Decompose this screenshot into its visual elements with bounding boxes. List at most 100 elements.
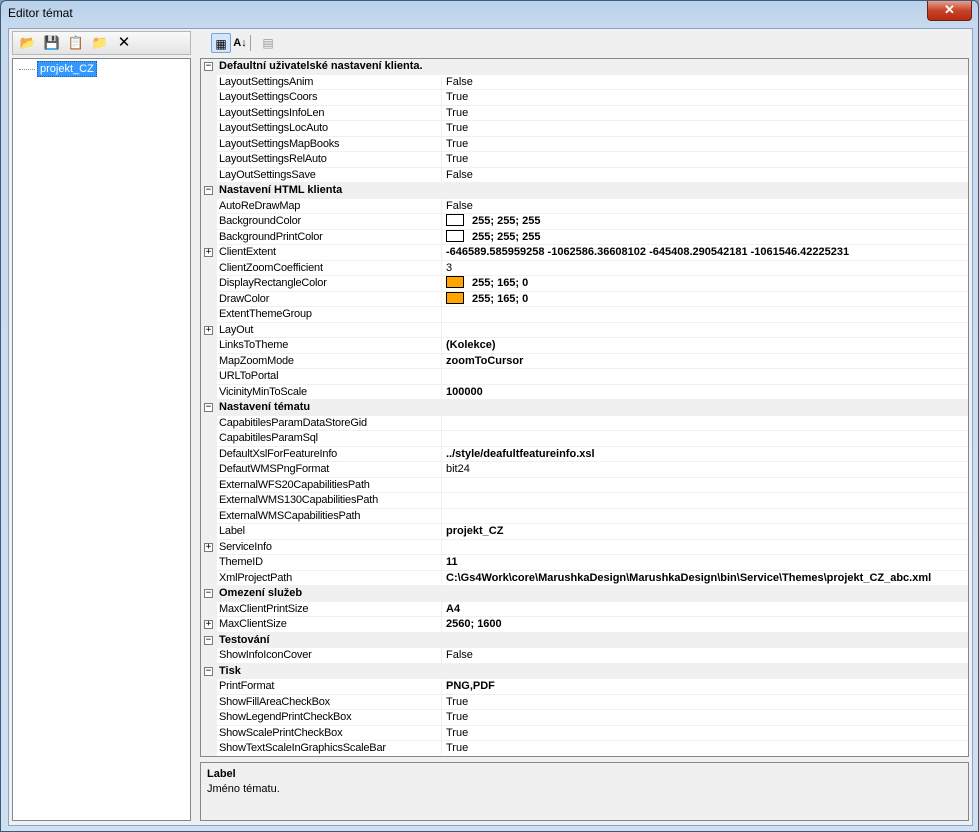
property-value[interactable]: True (446, 121, 966, 136)
property-value[interactable]: (Kolekce) (446, 338, 966, 353)
property-value[interactable]: True (446, 741, 966, 756)
expand-icon[interactable]: + (204, 325, 213, 335)
collapse-icon[interactable]: − (204, 635, 213, 645)
property-row[interactable]: DisplayRectangleColor 255; 165; 0 (201, 276, 968, 292)
property-value[interactable]: 255; 165; 0 (446, 276, 966, 291)
collapse-icon[interactable]: − (204, 62, 213, 71)
property-value[interactable]: zoomToCursor (446, 354, 966, 369)
title-bar[interactable]: Editor témat ✕ (1, 1, 978, 25)
property-row[interactable]: LayoutSettingsRelAuto True (201, 152, 968, 168)
property-row[interactable]: ShowScalePrintCheckBox True (201, 725, 968, 741)
property-row[interactable]: DefaultXslForFeatureInfo ../style/deafult… (201, 446, 968, 462)
property-row[interactable]: XmlProjectPath C:\Gs4Work\core\MarushkaDe… (201, 570, 968, 586)
categorized-view-icon[interactable]: ▦ (211, 33, 231, 53)
property-value[interactable]: PNG,PDF (446, 679, 966, 694)
property-row[interactable]: LayoutSettingsInfoLen True (201, 105, 968, 121)
category-row[interactable]: − Testování (201, 632, 968, 648)
close-button[interactable]: ✕ (927, 1, 972, 21)
property-value[interactable]: ../style/deafultfeatureinfo.xsl (446, 447, 966, 462)
property-value[interactable] (446, 369, 966, 384)
property-row[interactable]: MaxClientPrintSize A4 (201, 601, 968, 617)
collapse-icon[interactable]: − (204, 589, 213, 598)
property-row[interactable]: ThemeID 11 (201, 555, 968, 571)
open-folder-icon[interactable]: 📂 (19, 35, 37, 51)
property-value[interactable]: 2560; 1600 (446, 617, 966, 632)
property-value[interactable]: 255; 255; 255 (446, 229, 966, 245)
tree-node-projekt[interactable]: projekt_CZ (19, 61, 97, 77)
property-value[interactable]: False (446, 168, 966, 183)
property-value[interactable]: bit24 (446, 462, 966, 477)
property-row[interactable]: URLToPortal (201, 369, 968, 385)
property-row[interactable]: ShowFillAreaCheckBox True (201, 694, 968, 710)
property-row[interactable]: PrintFormat PNG,PDF (201, 679, 968, 695)
property-value[interactable]: True (446, 710, 966, 725)
category-row[interactable]: − Nastavení HTML klienta (201, 183, 968, 199)
category-row[interactable]: − Defaultní uživatelské nastavení klienta… (201, 59, 968, 75)
property-value[interactable] (446, 540, 966, 555)
property-row[interactable]: LinksToTheme (Kolekce) (201, 338, 968, 354)
property-value[interactable]: True (446, 106, 966, 121)
property-value[interactable]: True (446, 695, 966, 710)
category-row[interactable]: − Omezení služeb (201, 586, 968, 602)
property-value[interactable]: projekt_CZ (446, 524, 966, 539)
property-value[interactable]: False (446, 75, 966, 90)
expand-icon[interactable]: + (204, 542, 213, 552)
property-row[interactable]: ShowInfoIconCover False (201, 648, 968, 664)
property-row[interactable]: LayoutSettingsCoors True (201, 90, 968, 106)
property-value[interactable]: A4 (446, 602, 966, 617)
property-value[interactable]: 255; 165; 0 (446, 291, 966, 307)
property-row[interactable]: ExternalWMS130CapabilitiesPath (201, 493, 968, 509)
property-row[interactable]: + ClientExtent -646589.585959258 -1062586.… (201, 245, 968, 261)
property-value[interactable]: False (446, 648, 966, 663)
property-row[interactable]: ExtentThemeGroup (201, 307, 968, 323)
property-value[interactable]: 100000 (446, 385, 966, 400)
property-row[interactable]: ExternalWFS20CapabilitiesPath (201, 477, 968, 493)
property-row[interactable]: VicinityMinToScale 100000 (201, 384, 968, 400)
collapse-icon[interactable]: − (204, 403, 213, 412)
property-value[interactable] (446, 478, 966, 493)
property-value[interactable] (446, 431, 966, 446)
property-row[interactable]: Label projekt_CZ (201, 524, 968, 540)
property-row[interactable]: CapabitilesParamDataStoreGid (201, 415, 968, 431)
alphabetical-sort-icon[interactable]: A↓ (230, 33, 250, 53)
property-row[interactable]: + ServiceInfo (201, 539, 968, 555)
property-value[interactable]: False (446, 199, 966, 214)
property-value[interactable] (446, 416, 966, 431)
property-row[interactable]: CapabitilesParamSql (201, 431, 968, 447)
property-value[interactable]: True (446, 90, 966, 105)
property-value[interactable] (446, 323, 966, 338)
delete-icon[interactable]: ✕ (115, 35, 133, 51)
property-row[interactable]: ShowTextScaleInGraphicsScaleBar True (201, 741, 968, 756)
property-row[interactable]: ShowLegendPrintCheckBox True (201, 710, 968, 726)
property-row[interactable]: ExternalWMSCapabilitiesPath (201, 508, 968, 524)
property-row[interactable]: LayoutSettingsMapBooks True (201, 136, 968, 152)
expand-icon[interactable]: + (204, 620, 213, 629)
property-pages-icon[interactable]: ▤ (258, 33, 278, 53)
property-row[interactable]: BackgroundColor 255; 255; 255 (201, 214, 968, 230)
property-row[interactable]: DrawColor 255; 165; 0 (201, 291, 968, 307)
category-row[interactable]: − Tisk (201, 663, 968, 679)
property-row[interactable]: MapZoomMode zoomToCursor (201, 353, 968, 369)
property-row[interactable]: LayoutSettingsAnim False (201, 74, 968, 90)
property-value[interactable]: 255; 255; 255 (446, 214, 966, 229)
save-icon[interactable]: 💾 (43, 35, 61, 51)
property-row[interactable]: LayOutSettingsSave False (201, 167, 968, 183)
property-value[interactable] (446, 307, 966, 322)
property-value[interactable] (446, 509, 966, 524)
property-value[interactable]: 11 (446, 555, 966, 570)
property-value[interactable]: -646589.585959258 -1062586.36608102 -645… (446, 245, 966, 260)
collapse-icon[interactable]: − (204, 666, 213, 676)
category-row[interactable]: − Nastavení tématu (201, 400, 968, 416)
property-row[interactable]: LayoutSettingsLocAuto True (201, 121, 968, 137)
property-value[interactable] (446, 493, 966, 508)
property-row[interactable]: + MaxClientSize 2560; 1600 (201, 617, 968, 633)
property-value[interactable]: 3 (446, 261, 966, 276)
property-value[interactable]: True (446, 152, 966, 167)
property-row[interactable]: + LayOut (201, 322, 968, 338)
property-value[interactable]: C:\Gs4Work\core\MarushkaDesign\MarushkaD… (446, 571, 966, 586)
property-value[interactable]: True (446, 726, 966, 741)
property-value[interactable]: True (446, 137, 966, 152)
property-row[interactable]: DefautWMSPngFormat bit24 (201, 462, 968, 478)
property-row[interactable]: ClientZoomCoefficient 3 (201, 260, 968, 276)
copy-icon[interactable]: 📋 (67, 35, 85, 51)
